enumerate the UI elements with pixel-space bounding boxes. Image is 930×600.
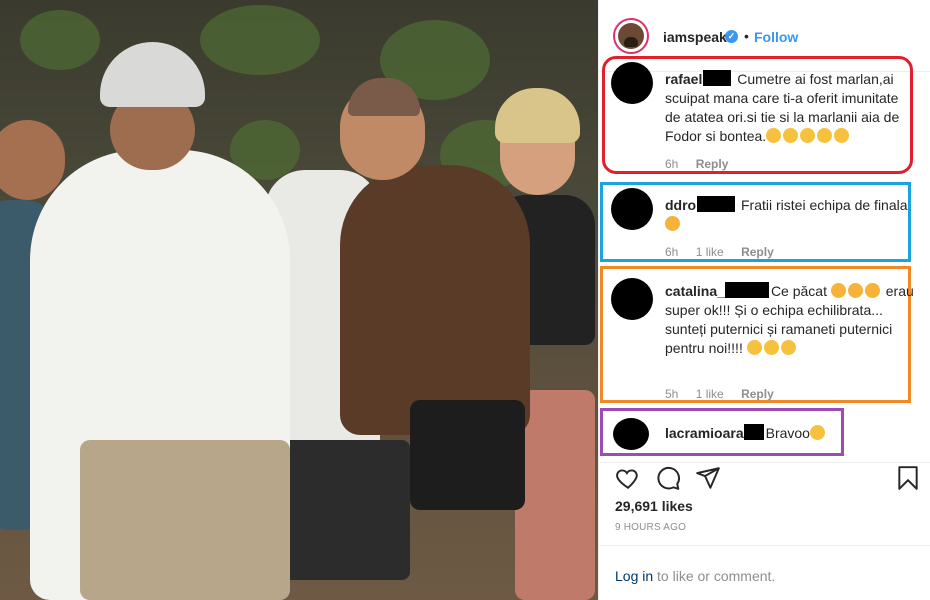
clapping-hands-emoji <box>809 425 825 440</box>
author-username[interactable]: iamspeak <box>663 29 727 45</box>
person-blond-hair <box>495 88 580 143</box>
comment-meta: 6h Reply <box>665 157 742 171</box>
action-bar <box>599 462 930 490</box>
comment-username[interactable]: rafael <box>665 71 702 87</box>
redaction-bar <box>743 424 764 440</box>
login-prompt: Log in to like or comment. <box>599 545 930 600</box>
clapping-hands-emoji <box>766 128 851 144</box>
comment-username[interactable]: lacramioara <box>665 425 744 441</box>
likes-count[interactable]: 29,691 likes <box>615 498 693 514</box>
reply-button[interactable]: Reply <box>741 245 774 259</box>
login-link[interactable]: Log in <box>615 568 653 584</box>
comment-username[interactable]: ddro <box>665 197 696 213</box>
heart-icon[interactable] <box>615 465 641 491</box>
comment-body: catalina_ Ce păcat erau super ok!!! Și o … <box>665 282 915 358</box>
foliage <box>20 10 100 70</box>
redacted-avatar[interactable] <box>611 62 653 104</box>
person-brown-shirt <box>340 165 530 435</box>
bookmark-icon[interactable] <box>895 465 921 491</box>
person-white-cap <box>100 42 205 107</box>
redacted-avatar[interactable] <box>611 188 653 230</box>
author-avatar[interactable] <box>618 23 644 49</box>
story-ring[interactable] <box>613 18 649 54</box>
sad-face-emoji <box>830 283 882 299</box>
share-icon[interactable] <box>695 465 721 491</box>
redaction-bar <box>697 196 736 212</box>
comment-meta: 5h 1 like Reply <box>665 387 788 401</box>
post-side-panel: iamspeak ✓ • Follow rafael Cumetre ai fo… <box>598 0 930 600</box>
comment-meta: 6h 1 like Reply <box>665 245 788 259</box>
comment-text: Bravoo <box>765 425 810 441</box>
separator-dot: • <box>744 28 749 44</box>
hugging-face-emoji <box>746 340 798 356</box>
redacted-avatar[interactable] <box>613 418 649 450</box>
comment-time[interactable]: 5h <box>665 387 678 401</box>
comment-body: ddro Fratii ristei echipa de finala <box>665 196 915 234</box>
comment-likes[interactable]: 1 like <box>696 245 724 259</box>
comment-text: Fratii ristei echipa de finala <box>741 197 908 213</box>
comment-username[interactable]: catalina_ <box>665 283 725 299</box>
sad-face-emoji <box>665 216 680 231</box>
comment-body: lacramioara Bravoo <box>665 424 915 443</box>
foliage <box>200 5 320 75</box>
comment-time[interactable]: 6h <box>665 157 678 171</box>
verified-icon: ✓ <box>725 30 738 43</box>
comment-icon[interactable] <box>655 465 681 491</box>
comment-body: rafael Cumetre ai fost marlan,ai scuipat… <box>665 70 915 146</box>
follow-button[interactable]: Follow <box>754 29 798 45</box>
login-text: Log in to like or comment. <box>615 568 775 584</box>
post-photo <box>0 0 598 600</box>
comment-time[interactable]: 6h <box>665 245 678 259</box>
redaction-bar <box>703 70 732 86</box>
comment-text: Ce păcat <box>770 283 827 299</box>
person-camo-shorts <box>80 440 290 600</box>
comment-likes[interactable]: 1 like <box>696 387 724 401</box>
login-rest: to like or comment. <box>653 568 776 584</box>
redaction-bar <box>724 282 769 298</box>
person-dark-shorts <box>270 440 410 580</box>
redacted-avatar[interactable] <box>611 278 653 320</box>
post-time[interactable]: 9 HOURS AGO <box>615 522 686 533</box>
person-black-shorts <box>410 400 525 510</box>
reply-button[interactable]: Reply <box>696 157 729 171</box>
reply-button[interactable]: Reply <box>741 387 774 401</box>
